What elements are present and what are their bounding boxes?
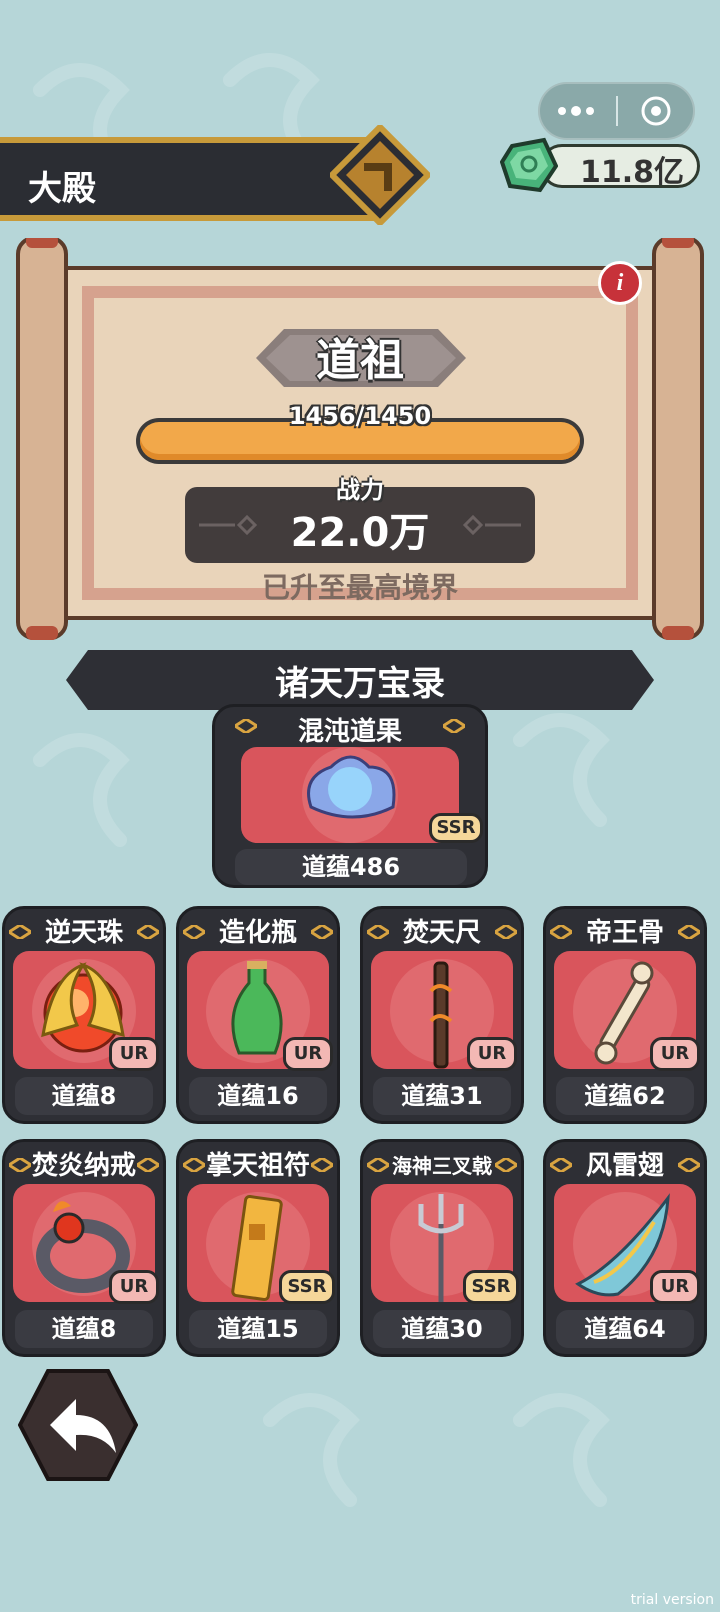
trial-watermark: trial version	[630, 1592, 714, 1608]
treasure-title: 逆天珠	[44, 918, 123, 948]
treasure-footer: 道蕴30	[373, 1310, 511, 1348]
rarity-badge: UR	[650, 1037, 700, 1071]
treasure-title: 风雷翅	[585, 1151, 664, 1181]
treasure-title: 焚炎纳戒	[31, 1151, 136, 1181]
currency-display[interactable]: 11.8亿	[500, 137, 704, 193]
treasure-card[interactable]: 风雷翅 UR 道蕴64	[543, 1139, 707, 1357]
realm-name: 道祖	[316, 335, 404, 386]
treasure-title: 掌天祖符	[205, 1151, 310, 1181]
page-title: 大殿	[28, 169, 96, 209]
treasure-title: 海神三叉戟	[392, 1154, 492, 1178]
section-title: 诸天万宝录	[275, 664, 445, 704]
treasure-card[interactable]: 海神三叉戟 SSR 道蕴30	[360, 1139, 524, 1357]
treasure-card[interactable]: 帝王骨 UR 道蕴62	[543, 906, 707, 1124]
treasure-footer: 道蕴64	[556, 1310, 694, 1348]
featured-treasure-card[interactable]: 混沌道果 SSR 道蕴486	[212, 704, 488, 888]
chaos-fruit-icon	[302, 747, 398, 843]
featured-rarity-badge: SSR	[429, 813, 483, 843]
power-value: 22.0万	[290, 510, 430, 556]
treasure-footer: 道蕴15	[189, 1310, 327, 1348]
rarity-badge: UR	[109, 1037, 159, 1071]
currency-value: 11.8亿	[580, 155, 685, 190]
featured-title: 混沌道果	[297, 717, 402, 747]
treasure-footer: 道蕴8	[15, 1077, 153, 1115]
hall-emblem-icon	[330, 125, 430, 225]
rarity-badge: UR	[650, 1270, 700, 1304]
rarity-badge: SSR	[279, 1270, 335, 1304]
more-menu-icon[interactable]	[556, 106, 596, 116]
treasure-footer: 道蕴62	[556, 1077, 694, 1115]
treasure-card[interactable]: 逆天珠 UR 道蕴8	[2, 906, 166, 1124]
back-button[interactable]	[18, 1367, 138, 1483]
rarity-badge: UR	[467, 1037, 517, 1071]
treasure-card[interactable]: 焚天尺 UR 道蕴31	[360, 906, 524, 1124]
treasure-title: 造化瓶	[218, 918, 297, 948]
treasure-card[interactable]: 掌天祖符 SSR 道蕴15	[176, 1139, 340, 1357]
featured-art	[241, 747, 459, 843]
treasure-footer: 道蕴31	[373, 1077, 511, 1115]
treasure-footer: 道蕴16	[189, 1077, 327, 1115]
treasure-footer: 道蕴8	[15, 1310, 153, 1348]
close-miniprogram-icon[interactable]	[640, 95, 672, 127]
rarity-badge: UR	[109, 1270, 159, 1304]
header-banner: 大殿	[0, 137, 380, 221]
realm-status-text: 已升至最高境界	[261, 571, 458, 604]
miniprogram-capsule	[538, 82, 695, 140]
rarity-badge: UR	[283, 1037, 333, 1071]
treasure-card[interactable]: 造化瓶 UR 道蕴16	[176, 906, 340, 1124]
rarity-badge: SSR	[463, 1270, 519, 1304]
featured-footer: 道蕴486	[235, 849, 467, 885]
treasure-title: 焚天尺	[402, 918, 481, 948]
jade-gem-icon	[500, 137, 558, 193]
treasure-card[interactable]: 焚炎纳戒 UR 道蕴8	[2, 1139, 166, 1357]
capsule-divider	[616, 96, 618, 126]
info-button[interactable]: i	[598, 261, 642, 305]
treasure-title: 帝王骨	[585, 918, 664, 948]
realm-progress-text: 1456/1450	[288, 402, 432, 430]
